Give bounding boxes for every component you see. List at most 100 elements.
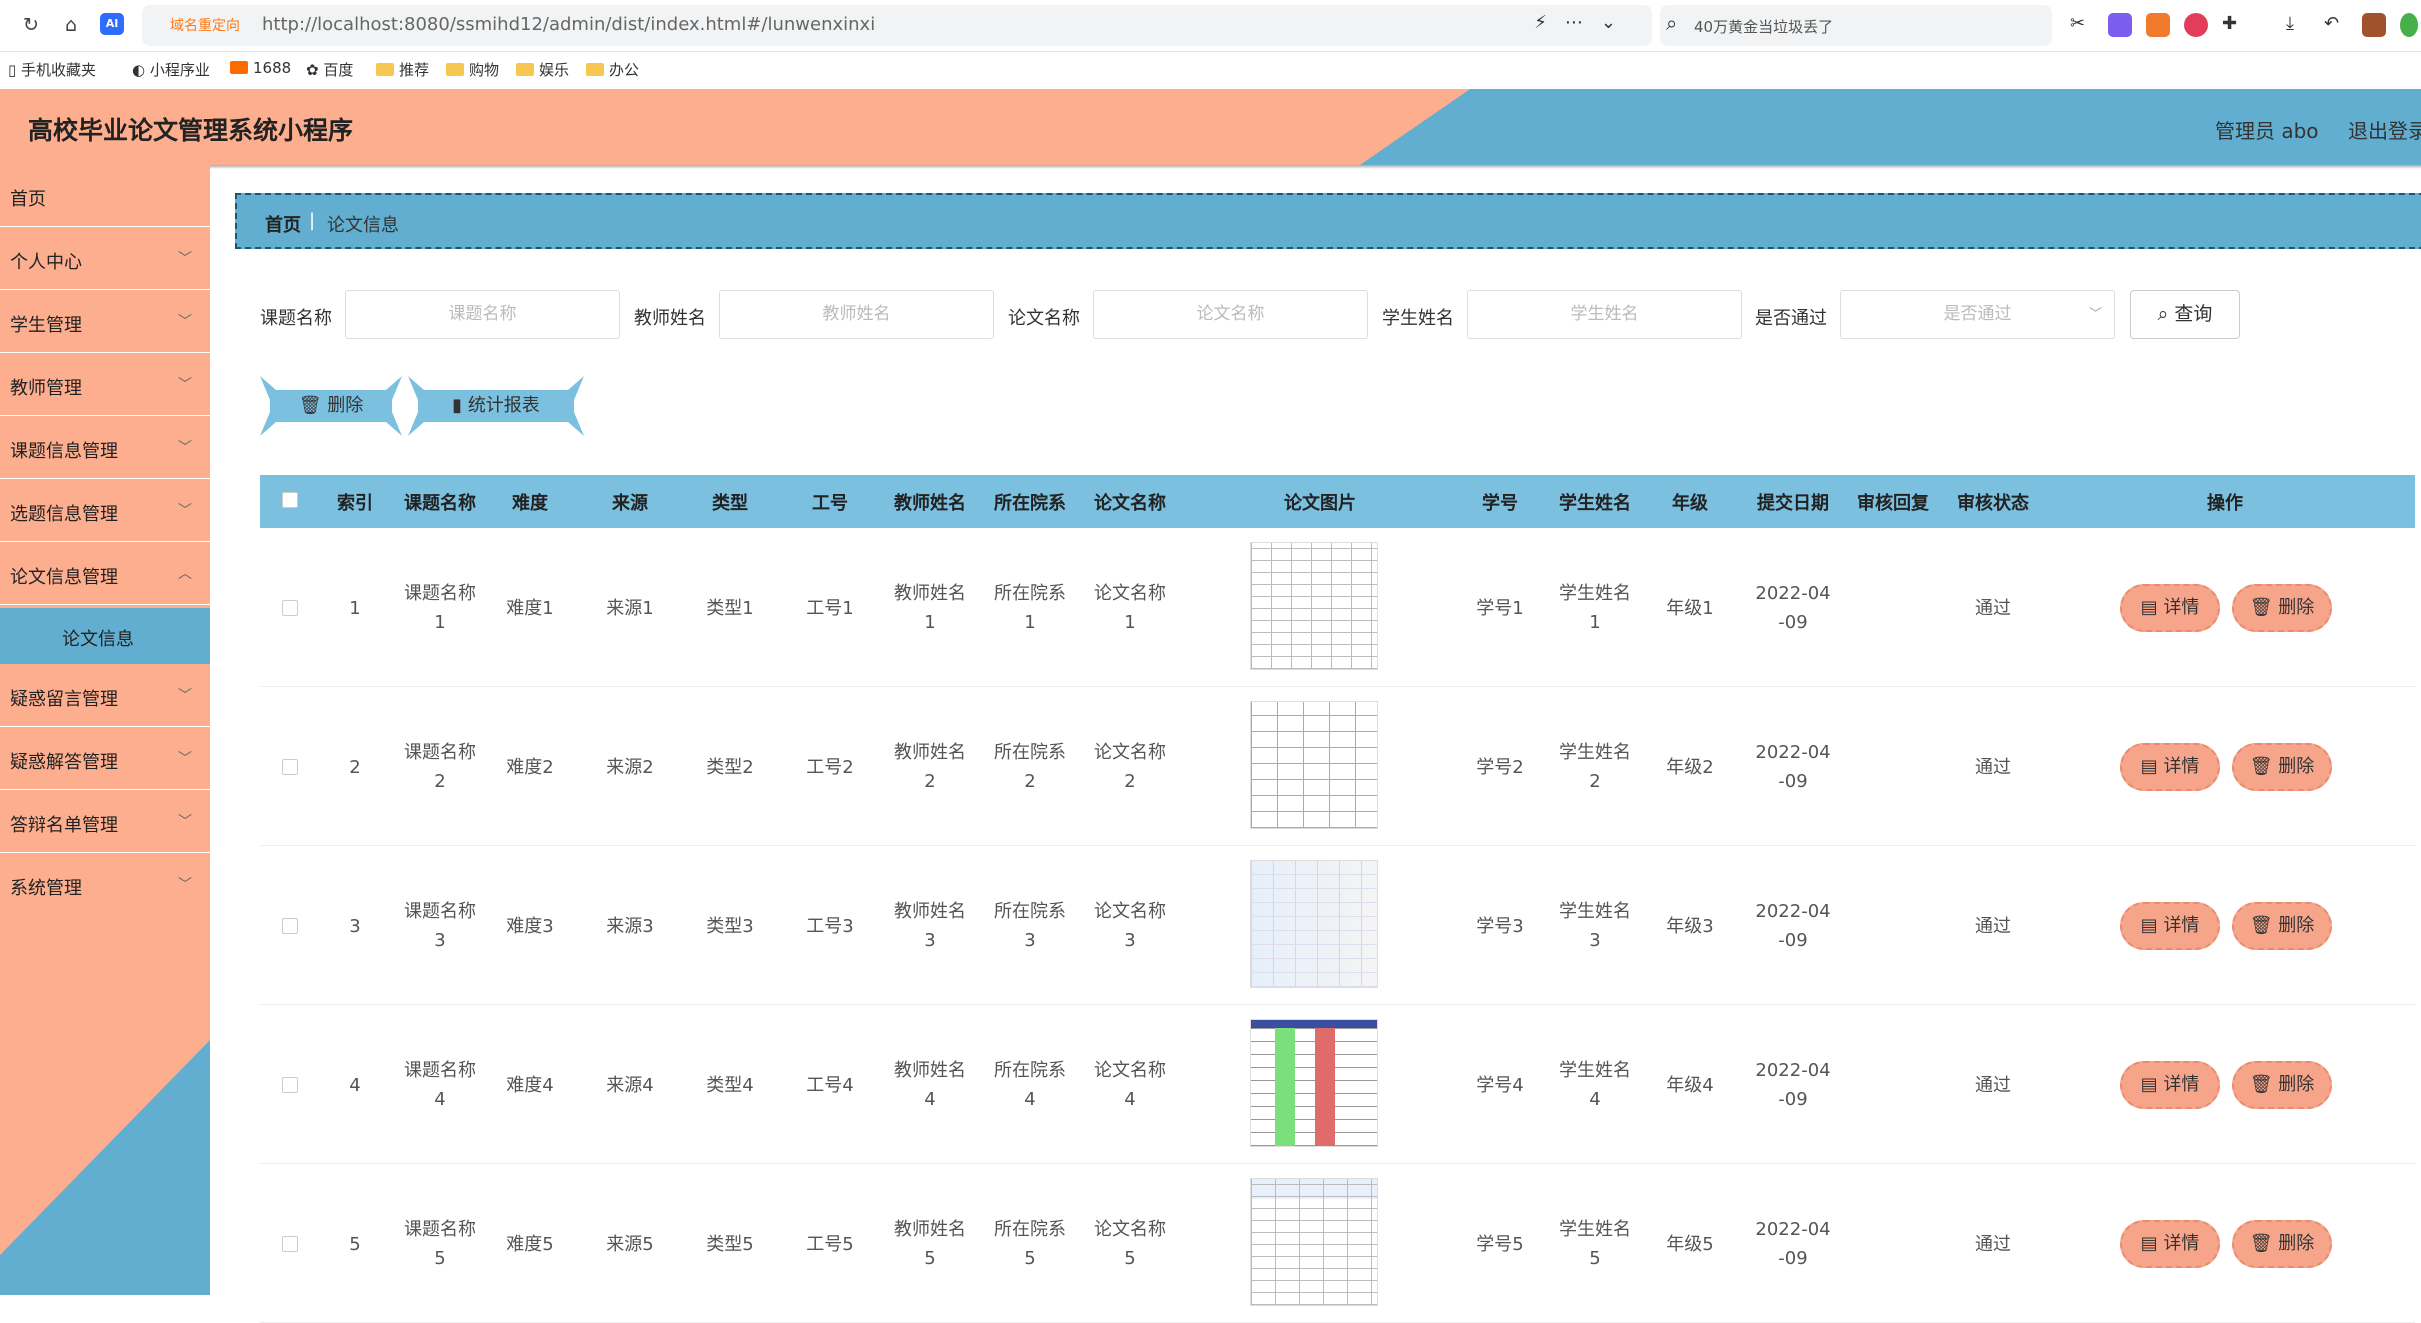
translate-icon[interactable] [2108, 13, 2132, 37]
sidebar-item-personal-center[interactable]: 个人中心 ﹀ [0, 228, 210, 290]
student-filter-input[interactable]: 学生姓名 [1467, 290, 1742, 339]
puzzle-icon[interactable]: ✚ [2222, 13, 2246, 37]
query-button[interactable]: ⌕ 查询 [2130, 290, 2240, 339]
row-student: 学生姓名 5 [1550, 1215, 1640, 1273]
row-teacher-line: 教师姓名 [894, 901, 966, 922]
sidebar-subitem-paper-info[interactable]: 论文信息 [0, 608, 210, 664]
bookmark-miniprogram[interactable]: ◐ 小程序业 [132, 59, 210, 80]
col-review-status: 审核状态 [1957, 493, 2029, 514]
sidebar-item-topic-selection[interactable]: 选题信息管理 ﹀ [0, 480, 210, 542]
redirect-label: 域名重定向 [170, 18, 240, 34]
row-detail-button[interactable]: ▤ 详情 [2120, 743, 2220, 791]
row-dept-line: 所在院系 [994, 1060, 1066, 1081]
bookmark-mobile[interactable]: ▯ 手机收藏夹 [8, 59, 96, 80]
select-all-checkbox[interactable] [282, 492, 298, 508]
scissors-icon[interactable]: ✂ [2070, 13, 2094, 37]
browser-search-text[interactable]: 40万黄金当垃圾丢了 [1694, 16, 1833, 37]
browser-search-box[interactable]: ⌕ 40万黄金当垃圾丢了 [1660, 5, 2052, 46]
table-row: 1 课题名称 1 难度1 来源1 类型1 工号1 教师姓名 1 所在院系 1 论文名称 1 学号1 学生姓名… [260, 528, 2415, 687]
row-delete-button[interactable]: 🗑 删除 [2232, 902, 2332, 950]
sidebar-item-topics[interactable]: 课题信息管理 ﹀ [0, 417, 210, 479]
row-checkbox[interactable] [282, 1236, 298, 1252]
sidebar-item-system[interactable]: 系统管理 ﹀ [0, 854, 210, 916]
row-checkbox[interactable] [282, 600, 298, 616]
row-student-line: 学生姓名 [1559, 742, 1631, 763]
paper-image-thumbnail[interactable] [1250, 1178, 1378, 1306]
undo-icon[interactable]: ↶ [2324, 13, 2348, 37]
batch-delete-button[interactable]: 🗑 删除 [260, 376, 402, 436]
app-title: 高校毕业论文管理系统小程序 [28, 116, 354, 145]
pass-filter-select[interactable]: 是否通过 ﹀ [1840, 290, 2115, 339]
document-icon: ▤ [2140, 1074, 2158, 1095]
sidebar-item-defense-list[interactable]: 答辩名单管理 ﹀ [0, 791, 210, 853]
row-review-status: 通过 [1975, 1074, 2011, 1096]
row-delete-button[interactable]: 🗑 删除 [2232, 743, 2332, 791]
topic-filter-input[interactable]: 课题名称 [345, 290, 620, 339]
row-teacher: 教师姓名 5 [890, 1215, 970, 1273]
search-icon: ⌕ [1666, 11, 1678, 35]
chevron-down-icon: ﹀ [178, 751, 192, 767]
chevron-down-icon: ﹀ [178, 440, 192, 456]
teacher-filter-input[interactable]: 教师姓名 [719, 290, 994, 339]
breadcrumb-home[interactable]: 首页 [265, 211, 301, 237]
row-delete-button[interactable]: 🗑 删除 [2232, 1220, 2332, 1268]
paper-filter-input[interactable]: 论文名称 [1093, 290, 1368, 339]
col-difficulty: 难度 [512, 493, 548, 514]
bookmark-1688[interactable]: 1688 [230, 59, 291, 77]
home-icon[interactable]: ⌂ [58, 12, 84, 38]
row-difficulty: 难度5 [506, 1233, 554, 1255]
row-detail-button[interactable]: ▤ 详情 [2120, 1061, 2220, 1109]
folder-icon [376, 63, 394, 76]
row-detail-button[interactable]: ▤ 详情 [2120, 1220, 2220, 1268]
row-job-no: 工号3 [806, 915, 854, 937]
download-icon[interactable]: ⤓ [2286, 13, 2310, 37]
row-index: 4 [349, 1074, 361, 1096]
ai-icon[interactable]: AI [100, 13, 124, 35]
address-bar-icons[interactable]: ⚡⋯⌄ [1534, 12, 1634, 33]
row-detail-button[interactable]: ▤ 详情 [2120, 902, 2220, 950]
sidebar-item-teachers[interactable]: 教师管理 ﹀ [0, 354, 210, 416]
row-dept-line: 2 [1024, 771, 1036, 792]
bookmark-folder-office[interactable]: 办公 [586, 59, 639, 80]
document-icon: ▤ [2140, 597, 2158, 618]
logout-link[interactable]: 退出登录 [2348, 115, 2421, 144]
bookmark-folder-shopping[interactable]: 购物 [446, 59, 499, 80]
paper-image-thumbnail[interactable] [1250, 701, 1378, 829]
row-difficulty: 难度3 [506, 915, 554, 937]
row-dept-line: 1 [1024, 612, 1036, 633]
row-delete-button[interactable]: 🗑 删除 [2232, 584, 2332, 632]
address-bar[interactable]: 域名重定向 http://localhost:8080/ssmihd12/adm… [142, 5, 1652, 46]
sidebar-item-home[interactable]: 首页 [0, 165, 210, 227]
briefcase-icon[interactable] [2362, 13, 2386, 37]
statistics-report-button[interactable]: ▮ 统计报表 [408, 376, 584, 436]
row-checkbox[interactable] [282, 918, 298, 934]
bookmark-baidu[interactable]: ✿ 百度 [306, 59, 353, 80]
paper-image-thumbnail[interactable] [1250, 542, 1378, 670]
row-student: 学生姓名 2 [1550, 738, 1640, 796]
profile-icon[interactable] [2400, 13, 2418, 37]
teacher-filter-label: 教师姓名 [634, 308, 706, 329]
col-review-reply: 审核回复 [1857, 493, 1929, 514]
game-icon[interactable] [2146, 13, 2170, 37]
reload-icon[interactable]: ↻ [18, 12, 44, 38]
url-text[interactable]: http://localhost:8080/ssmihd12/admin/dis… [262, 14, 875, 35]
row-dept-line: 3 [1024, 930, 1036, 951]
col-student: 学生姓名 [1559, 493, 1631, 514]
sidebar-item-questions[interactable]: 疑惑留言管理 ﹀ [0, 665, 210, 727]
chevron-down-icon: ﹀ [2088, 307, 2102, 322]
paper-image-thumbnail[interactable] [1250, 860, 1378, 988]
row-detail-button[interactable]: ▤ 详情 [2120, 584, 2220, 632]
row-checkbox[interactable] [282, 1077, 298, 1093]
sidebar-item-answers[interactable]: 疑惑解答管理 ﹀ [0, 728, 210, 790]
sidebar-item-students[interactable]: 学生管理 ﹀ [0, 291, 210, 353]
row-dept-line: 5 [1024, 1248, 1036, 1269]
row-delete-button[interactable]: 🗑 删除 [2232, 1061, 2332, 1109]
sidebar-item-papers[interactable]: 论文信息管理 ︿ [0, 543, 210, 605]
paper-image-thumbnail[interactable] [1250, 1019, 1378, 1147]
bookmark-folder-recommend[interactable]: 推荐 [376, 59, 429, 80]
extension-icon[interactable] [2184, 13, 2208, 37]
app-header: 高校毕业论文管理系统小程序 管理员 abo 退出登录 [0, 89, 2421, 165]
row-checkbox[interactable] [282, 759, 298, 775]
bookmark-folder-entertainment[interactable]: 娱乐 [516, 59, 569, 80]
row-submit-date-line: -09 [1778, 1089, 1808, 1110]
